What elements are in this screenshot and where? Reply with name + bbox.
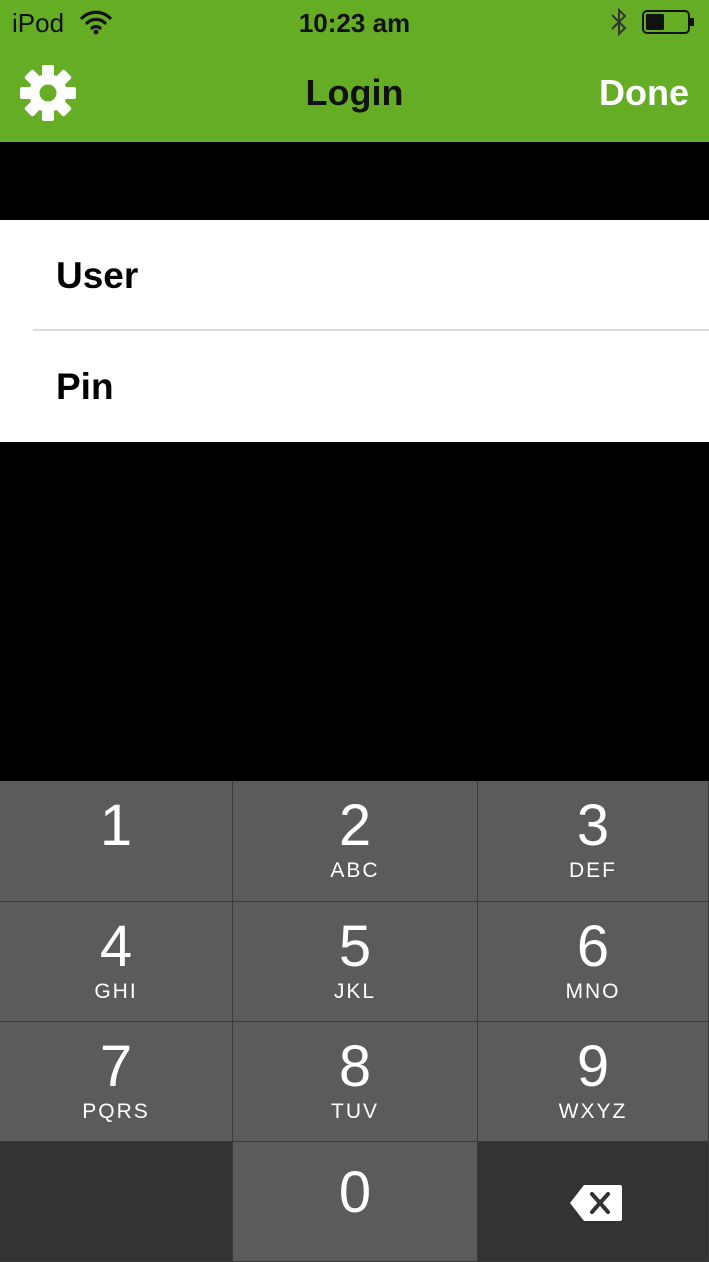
key-letters: DEF bbox=[569, 859, 617, 882]
pin-field[interactable]: Pin bbox=[0, 331, 709, 441]
battery-level bbox=[646, 14, 664, 30]
bluetooth-icon bbox=[611, 7, 627, 37]
status-time: 10:23 am bbox=[298, 8, 411, 38]
battery-icon bbox=[642, 10, 694, 34]
done-button[interactable]: Done bbox=[599, 72, 689, 114]
key-letters: JKL bbox=[333, 980, 377, 1003]
key-1[interactable]: 1 bbox=[0, 781, 233, 902]
key-digit: 6 bbox=[576, 914, 610, 979]
key-digit: 3 bbox=[576, 793, 610, 858]
user-label: User bbox=[56, 255, 139, 296]
key-5[interactable]: 5 JKL bbox=[233, 902, 478, 1022]
key-0[interactable]: 0 bbox=[233, 1142, 478, 1262]
key-digit: 5 bbox=[338, 914, 372, 979]
key-digit: 8 bbox=[338, 1034, 372, 1099]
key-letters: MNO bbox=[565, 980, 621, 1003]
key-8[interactable]: 8 TUV bbox=[233, 1022, 478, 1142]
key-digit: 4 bbox=[99, 914, 133, 979]
key-4[interactable]: 4 GHI bbox=[0, 902, 233, 1022]
key-digit: 2 bbox=[338, 793, 372, 858]
status-bar: iPod 10:23 am bbox=[0, 0, 709, 44]
key-9[interactable]: 9 WXYZ bbox=[478, 1022, 709, 1142]
numeric-keypad: 1 2 ABC 3 DEF 4 GHI 5 JKL 6 MNO 7 PQRS 8… bbox=[0, 781, 709, 1262]
key-letters: TUV bbox=[331, 1100, 379, 1123]
key-digit: 9 bbox=[576, 1034, 610, 1099]
blank-key bbox=[0, 1142, 233, 1262]
delete-key[interactable] bbox=[478, 1142, 709, 1262]
key-digit: 0 bbox=[338, 1160, 372, 1225]
user-field[interactable]: User bbox=[0, 220, 709, 331]
key-6[interactable]: 6 MNO bbox=[478, 902, 709, 1022]
pin-label: Pin bbox=[56, 366, 114, 407]
navigation-bar: Login Done bbox=[0, 44, 709, 142]
key-letters: GHI bbox=[94, 980, 138, 1003]
key-digit: 7 bbox=[99, 1034, 133, 1099]
key-letters: WXYZ bbox=[558, 1100, 628, 1123]
backspace-icon bbox=[570, 1185, 622, 1221]
login-form: User Pin bbox=[0, 220, 709, 442]
key-7[interactable]: 7 PQRS bbox=[0, 1022, 233, 1142]
key-letters: ABC bbox=[330, 859, 380, 882]
key-3[interactable]: 3 DEF bbox=[478, 781, 709, 902]
key-2[interactable]: 2 ABC bbox=[233, 781, 478, 902]
key-letters: PQRS bbox=[82, 1100, 150, 1123]
key-digit: 1 bbox=[99, 793, 133, 858]
